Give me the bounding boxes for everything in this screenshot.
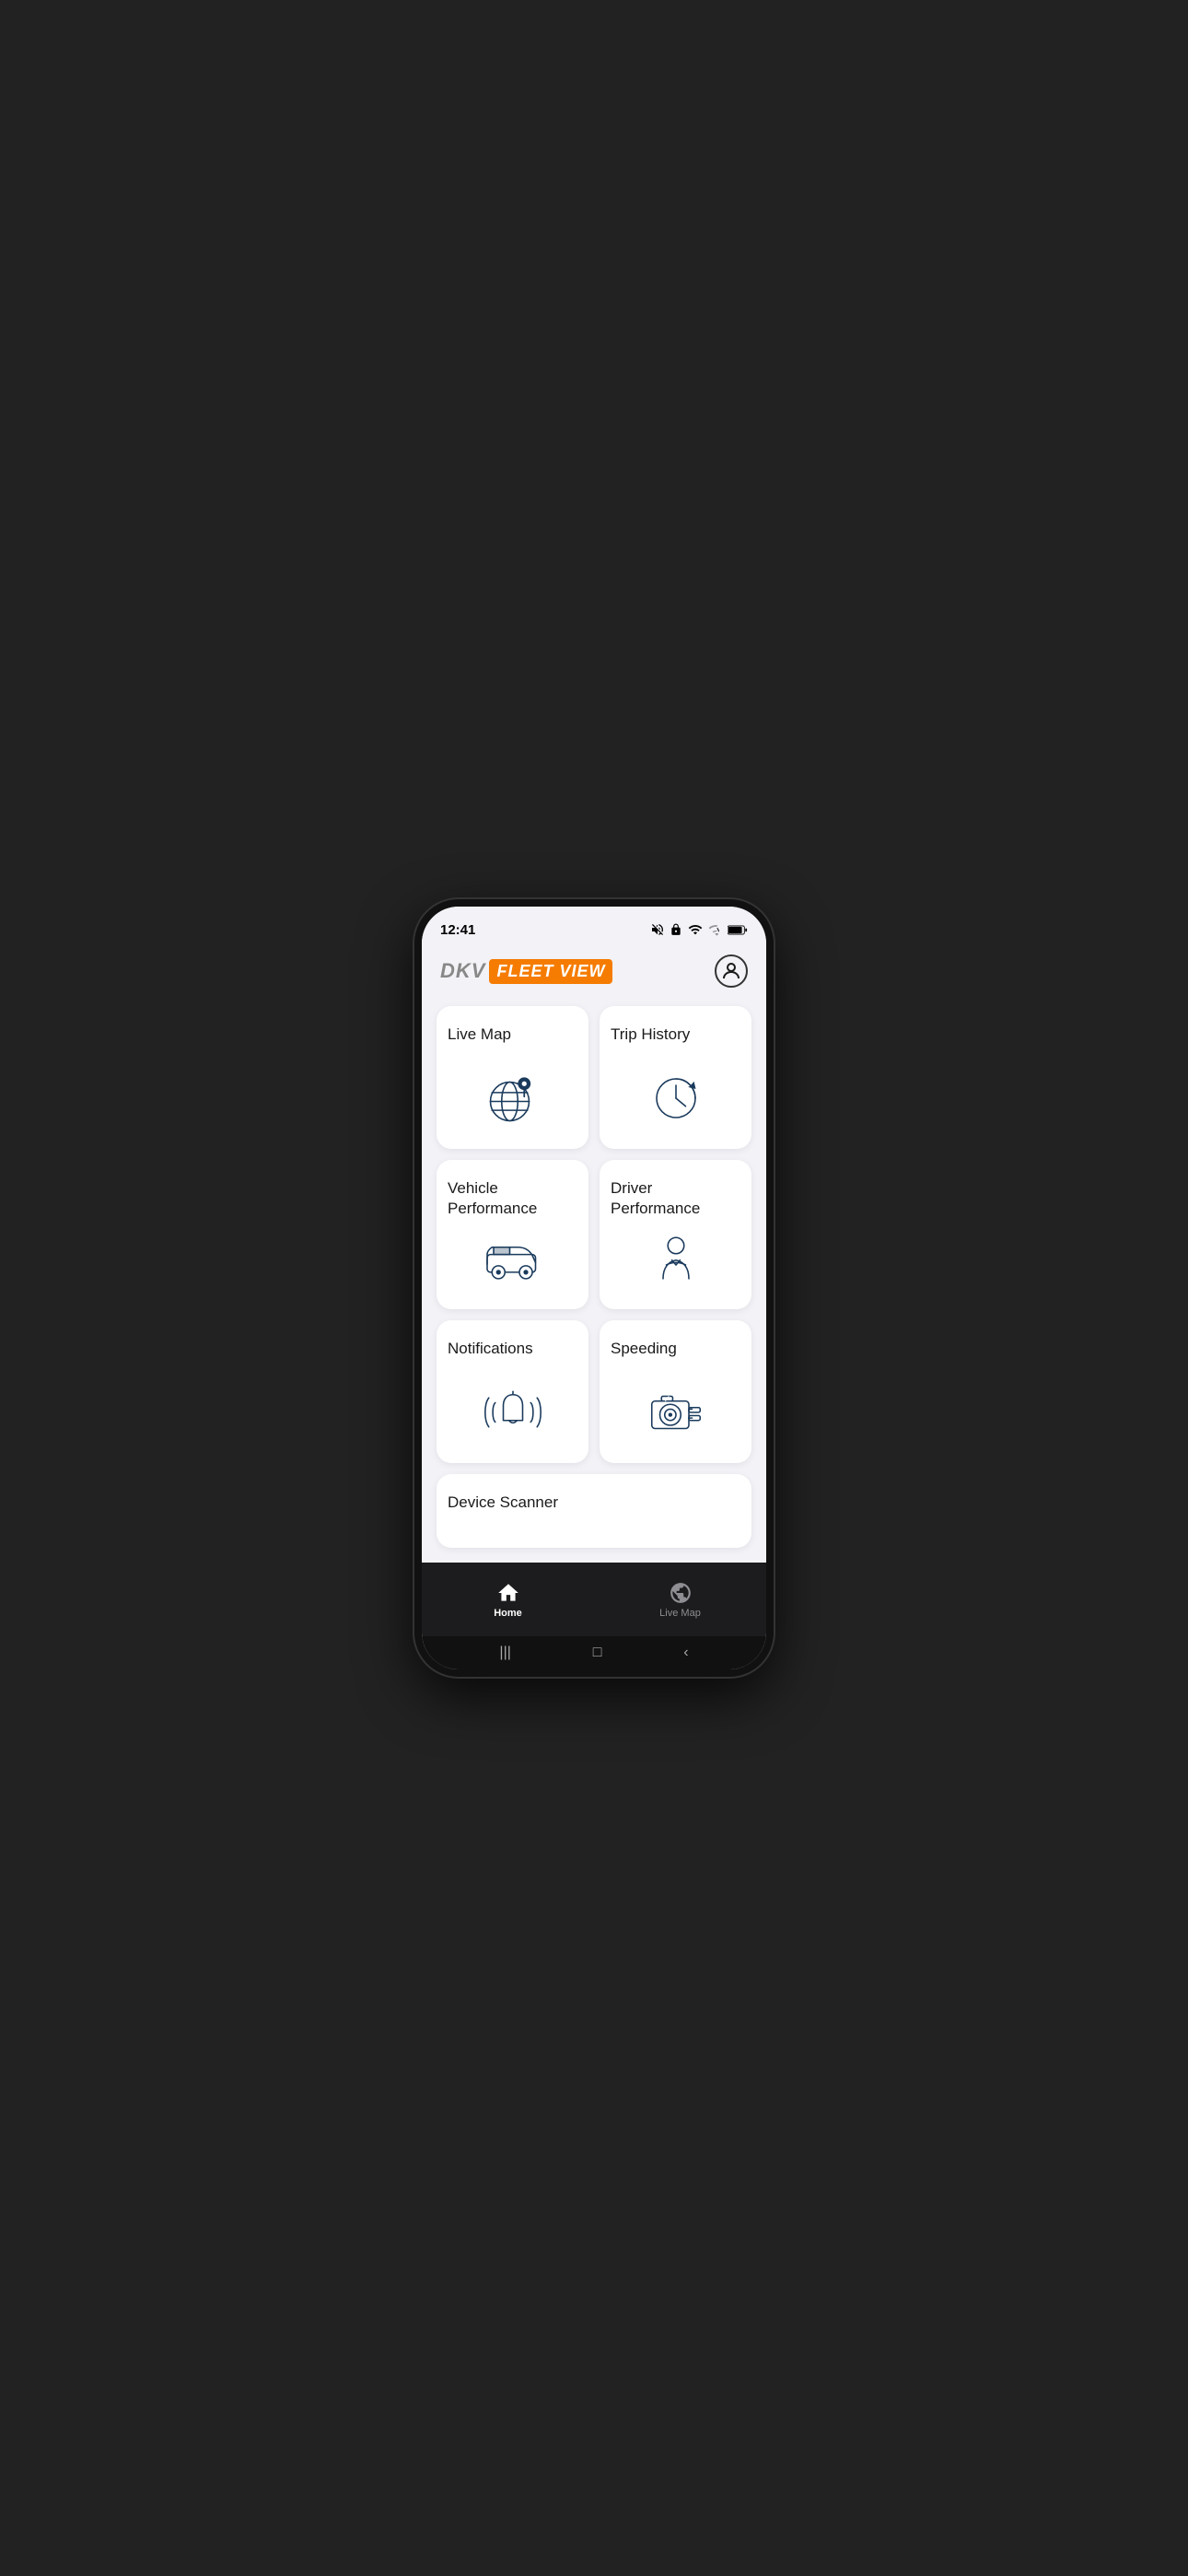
home-icon: [496, 1581, 520, 1605]
menu-card-speeding[interactable]: Speeding: [600, 1320, 751, 1463]
menu-card-live-map[interactable]: Live Map: [437, 1006, 588, 1149]
profile-button[interactable]: [715, 954, 748, 988]
app-header: DKV FLEET VIEW: [422, 947, 766, 999]
notifications-label: Notifications: [448, 1339, 533, 1359]
status-time: 12:41: [440, 922, 475, 938]
menu-card-vehicle-performance[interactable]: Vehicle Performance: [437, 1160, 588, 1309]
menu-grid: Live Map Trip: [437, 1006, 751, 1463]
wifi-icon: [687, 922, 704, 937]
logo-container: DKV FLEET VIEW: [440, 959, 612, 984]
android-recent-button[interactable]: |||: [499, 1645, 510, 1661]
nav-home[interactable]: Home: [422, 1563, 594, 1636]
nav-globe-icon: [669, 1581, 693, 1605]
menu-card-device-scanner[interactable]: Device Scanner: [437, 1474, 751, 1548]
menu-card-notifications[interactable]: Notifications: [437, 1320, 588, 1463]
driver-performance-label: Driver Performance: [611, 1178, 740, 1219]
android-home-button[interactable]: □: [593, 1645, 602, 1661]
android-back-button[interactable]: ‹: [683, 1645, 688, 1661]
bell-waves-icon: [481, 1380, 545, 1445]
lock-icon: [670, 922, 682, 937]
speeding-label: Speeding: [611, 1339, 677, 1359]
android-bar: ||| □ ‹: [422, 1636, 766, 1669]
vehicle-performance-label: Vehicle Performance: [448, 1178, 577, 1219]
speed-camera-icon: [644, 1380, 708, 1445]
nav-home-label: Home: [494, 1608, 522, 1619]
signal-icon: [708, 922, 723, 937]
trip-history-label: Trip History: [611, 1025, 690, 1045]
profile-icon: [720, 960, 742, 982]
bottom-nav: Home Live Map: [422, 1563, 766, 1636]
nav-live-map-label: Live Map: [659, 1608, 701, 1619]
logo-fleet: FLEET VIEW: [489, 959, 612, 984]
notifications-icon-container: [448, 1380, 577, 1445]
main-content[interactable]: Live Map Trip: [422, 999, 766, 1563]
van-icon: [481, 1226, 545, 1291]
menu-card-driver-performance[interactable]: Driver Performance: [600, 1160, 751, 1309]
status-icons: [650, 922, 748, 937]
nav-live-map[interactable]: Live Map: [594, 1563, 766, 1636]
status-bar: 12:41: [422, 907, 766, 947]
clock-history-icon: [644, 1066, 708, 1130]
device-scanner-label: Device Scanner: [448, 1493, 558, 1513]
globe-pin-icon: [481, 1066, 545, 1130]
logo-dkv: DKV: [440, 959, 485, 983]
phone-frame: 12:41 DKV FLEET VIEW: [414, 899, 774, 1677]
speeding-icon-container: [611, 1380, 740, 1445]
trip-history-icon-container: [611, 1066, 740, 1130]
live-map-label: Live Map: [448, 1025, 511, 1045]
mute-icon: [650, 922, 665, 937]
vehicle-performance-icon-container: [448, 1226, 577, 1291]
menu-card-trip-history[interactable]: Trip History: [600, 1006, 751, 1149]
driver-performance-icon-container: [611, 1226, 740, 1291]
live-map-icon-container: [448, 1066, 577, 1130]
battery-icon: [728, 924, 748, 936]
person-icon: [644, 1226, 708, 1291]
